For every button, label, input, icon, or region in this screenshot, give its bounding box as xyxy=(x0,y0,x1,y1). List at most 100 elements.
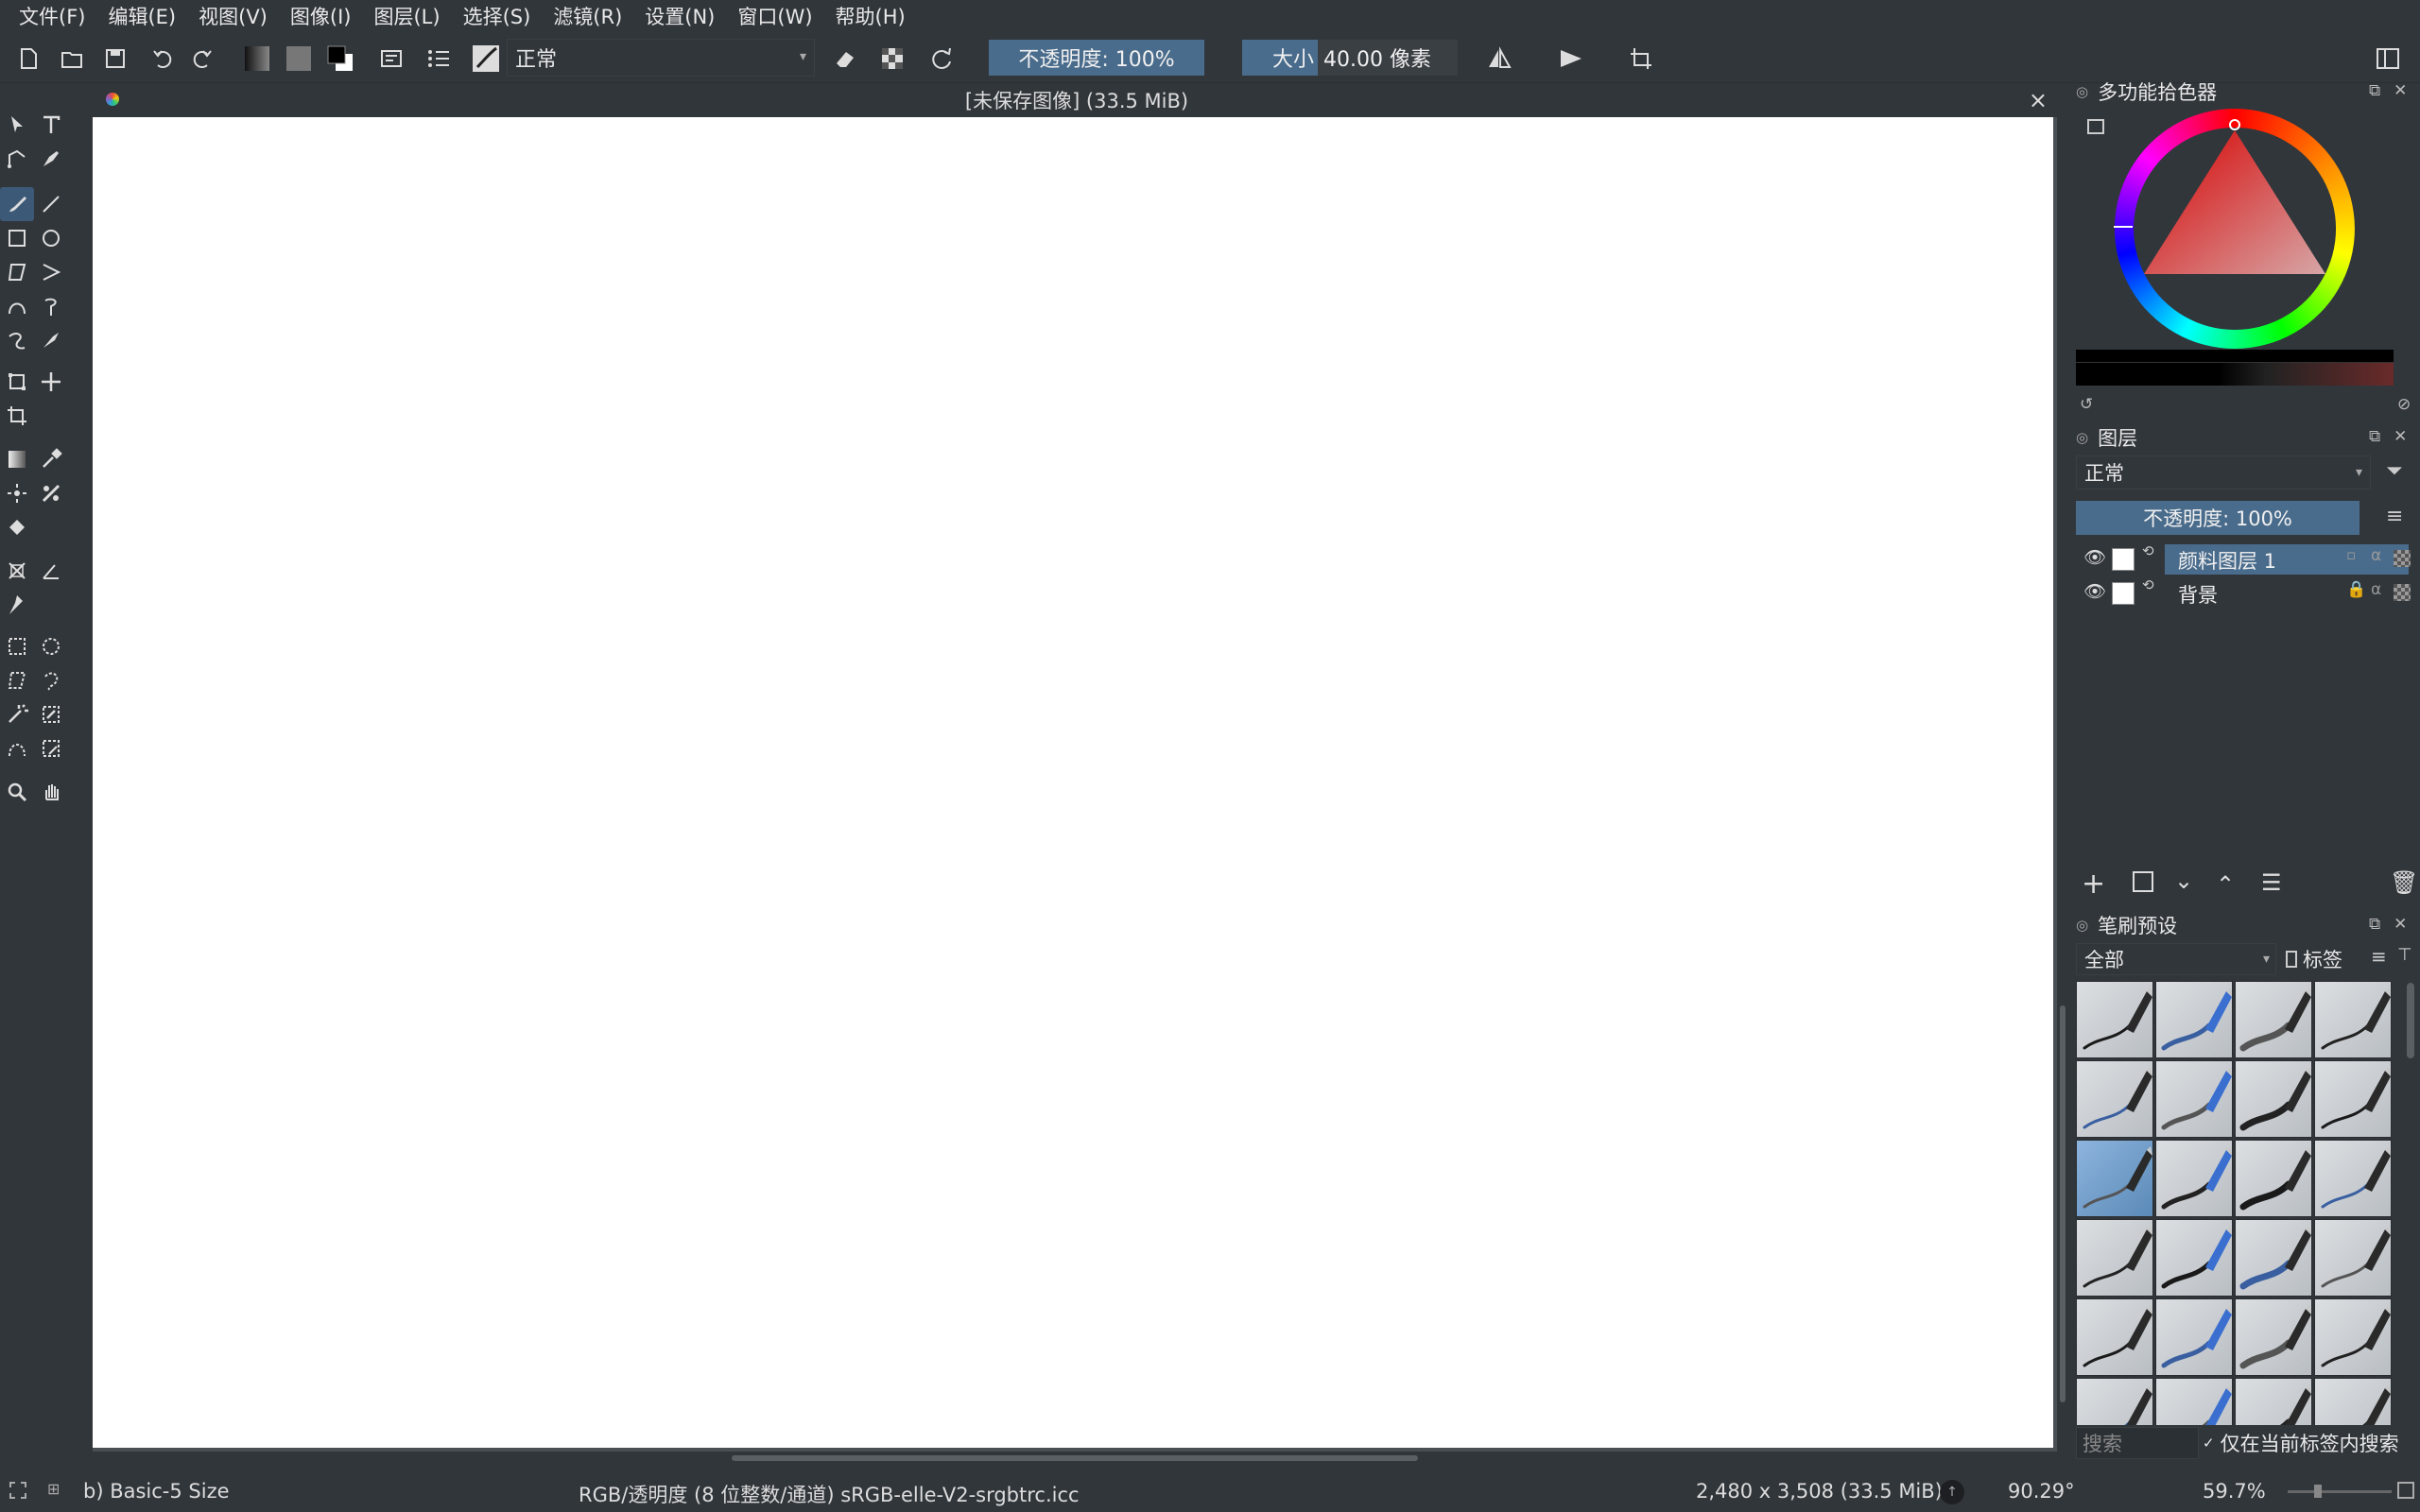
alpha-lock-icon[interactable]: α xyxy=(2371,546,2381,565)
lock-icon[interactable]: ▫ xyxy=(2346,546,2356,563)
search-in-tag-checkbox[interactable]: ✓ 仅在当前标签内搜索 xyxy=(2203,1429,2399,1457)
freehand-path-icon[interactable] xyxy=(34,289,68,323)
bezier-tool-icon[interactable] xyxy=(0,289,34,323)
close-icon[interactable]: × xyxy=(2029,87,2048,113)
menu-file[interactable]: 文件(F) xyxy=(8,0,96,34)
size-slider[interactable]: 大小 40.00 像素 xyxy=(1242,40,1458,76)
inherit-alpha-icon[interactable] xyxy=(2394,550,2411,567)
horizontal-scrollbar[interactable] xyxy=(93,1452,2057,1465)
brush-preset-tile[interactable] xyxy=(2076,1298,2153,1376)
inherit-alpha-icon[interactable] xyxy=(2394,584,2411,601)
menu-help[interactable]: 帮助(H) xyxy=(824,0,917,34)
freehand-select-icon[interactable] xyxy=(34,663,68,697)
brush-preset-tile[interactable] xyxy=(2314,981,2392,1058)
duplicate-layer-icon[interactable] xyxy=(2133,871,2153,892)
similar-select-icon[interactable] xyxy=(34,697,68,731)
rect-select-icon[interactable] xyxy=(0,629,34,663)
menu-layer[interactable]: 图层(L) xyxy=(362,0,451,34)
menu-image[interactable]: 图像(I) xyxy=(279,0,363,34)
layer-blend-select[interactable]: 正常 ▾ xyxy=(2076,455,2371,490)
brush-preset-tile[interactable] xyxy=(2235,1140,2312,1217)
canvas-viewport[interactable] xyxy=(93,117,2057,1452)
rotation-icon[interactable]: ↑ xyxy=(1940,1480,1964,1504)
select-shapes-icon[interactable] xyxy=(0,108,34,142)
multibrush-icon[interactable] xyxy=(34,323,68,357)
reference-tool-icon[interactable] xyxy=(0,588,34,622)
line-tool-icon[interactable] xyxy=(34,187,68,221)
freehand-brush-icon[interactable] xyxy=(0,187,34,221)
polygon-select-icon[interactable] xyxy=(0,663,34,697)
brush-preset-tile[interactable] xyxy=(2076,981,2153,1058)
brush-preset-tile[interactable] xyxy=(2076,1378,2153,1425)
visibility-icon[interactable]: 👁 xyxy=(2083,580,2106,602)
rectangle-tool-icon[interactable] xyxy=(0,221,34,255)
color-settings-icon[interactable] xyxy=(2087,119,2104,134)
layer-row[interactable]: 👁 ⟲ 颜料图层 1 ▫ α xyxy=(2076,542,2420,576)
brush-preset-tile[interactable] xyxy=(2155,1298,2233,1376)
reload-preset-icon[interactable] xyxy=(925,42,959,76)
new-document-icon[interactable] xyxy=(11,42,45,76)
menu-select[interactable]: 选择(S) xyxy=(452,0,543,34)
move-down-icon[interactable]: ⌄ xyxy=(2174,868,2193,894)
magnetic-select-icon[interactable] xyxy=(34,731,68,765)
mirror-vertical-icon[interactable] xyxy=(1554,42,1588,76)
brush-preset-tile[interactable] xyxy=(2235,1219,2312,1297)
color-slider-top[interactable] xyxy=(2076,350,2394,363)
polyline-tool-icon[interactable] xyxy=(34,255,68,289)
measure-tool-icon[interactable] xyxy=(34,554,68,588)
fullscreen-icon[interactable] xyxy=(2397,1482,2414,1499)
assistant-tool-icon[interactable] xyxy=(0,554,34,588)
drawing-canvas[interactable] xyxy=(93,117,2053,1448)
gradient-tool-icon[interactable] xyxy=(0,442,34,476)
save-icon[interactable] xyxy=(98,42,132,76)
undo-icon[interactable] xyxy=(146,42,180,76)
float-icon[interactable]: ⧉ xyxy=(2369,427,2380,446)
selection-icon[interactable] xyxy=(9,1482,26,1499)
brush-preset-tile[interactable] xyxy=(2314,1378,2392,1425)
zoom-slider[interactable] xyxy=(2288,1490,2392,1493)
colorize-mask-icon[interactable] xyxy=(34,476,68,510)
color-picker-icon[interactable] xyxy=(34,442,68,476)
open-document-icon[interactable] xyxy=(55,42,89,76)
brush-preset-tile[interactable] xyxy=(2314,1219,2392,1297)
text-tool-icon[interactable] xyxy=(34,108,68,142)
brush-preset-tile[interactable] xyxy=(2314,1140,2392,1217)
close-icon[interactable]: ✕ xyxy=(2394,81,2407,100)
dynamic-brush-icon[interactable] xyxy=(0,323,34,357)
menu-settings[interactable]: 设置(N) xyxy=(633,0,726,34)
brush-preset-tile[interactable] xyxy=(2076,1060,2153,1138)
docker-lock-icon[interactable]: ◎ xyxy=(2076,83,2088,100)
brush-preset-tile[interactable] xyxy=(2076,1219,2153,1297)
brush-preset-tile[interactable] xyxy=(2155,1219,2233,1297)
layer-menu-icon[interactable]: ≡ xyxy=(2386,505,2403,528)
menu-view[interactable]: 视图(V) xyxy=(187,0,279,34)
ellipse-tool-icon[interactable] xyxy=(34,221,68,255)
polygon-tool-icon[interactable] xyxy=(0,255,34,289)
ellipse-select-icon[interactable] xyxy=(34,629,68,663)
bezier-select-icon[interactable] xyxy=(0,731,34,765)
gradient-preset-icon[interactable] xyxy=(240,42,274,76)
smart-patch-icon[interactable] xyxy=(0,476,34,510)
move-up-icon[interactable]: ⌃ xyxy=(2216,871,2235,898)
fg-bg-color-icon[interactable] xyxy=(323,42,357,76)
zoom-value[interactable]: 59.7% xyxy=(2203,1480,2266,1503)
opacity-slider[interactable]: 不透明度: 100% xyxy=(989,40,1204,76)
brush-preset-tile[interactable] xyxy=(2155,981,2233,1058)
workspace-switch-icon[interactable] xyxy=(2371,42,2405,76)
no-color-icon[interactable]: ⊘ xyxy=(2397,395,2411,414)
brush-preset-tile[interactable] xyxy=(2235,981,2312,1058)
current-brush-icon[interactable] xyxy=(469,42,503,76)
layer-properties-icon[interactable]: ☰ xyxy=(2261,869,2282,896)
sort-icon[interactable]: ⊤ xyxy=(2397,945,2412,965)
transform-tool-icon[interactable] xyxy=(0,365,34,399)
brush-preset-tile[interactable] xyxy=(2155,1060,2233,1138)
brush-preset-tile[interactable] xyxy=(2235,1378,2312,1425)
docker-lock-icon[interactable]: ◎ xyxy=(2076,429,2088,446)
float-icon[interactable]: ⧉ xyxy=(2369,915,2380,934)
scrollbar-thumb[interactable] xyxy=(732,1455,1418,1461)
preserve-alpha-icon[interactable] xyxy=(875,42,909,76)
wraparound-icon[interactable] xyxy=(1624,42,1658,76)
close-icon[interactable]: ✕ xyxy=(2394,915,2407,934)
crop-tool-icon[interactable] xyxy=(0,399,34,433)
mirror-horizontal-icon[interactable] xyxy=(1482,42,1516,76)
